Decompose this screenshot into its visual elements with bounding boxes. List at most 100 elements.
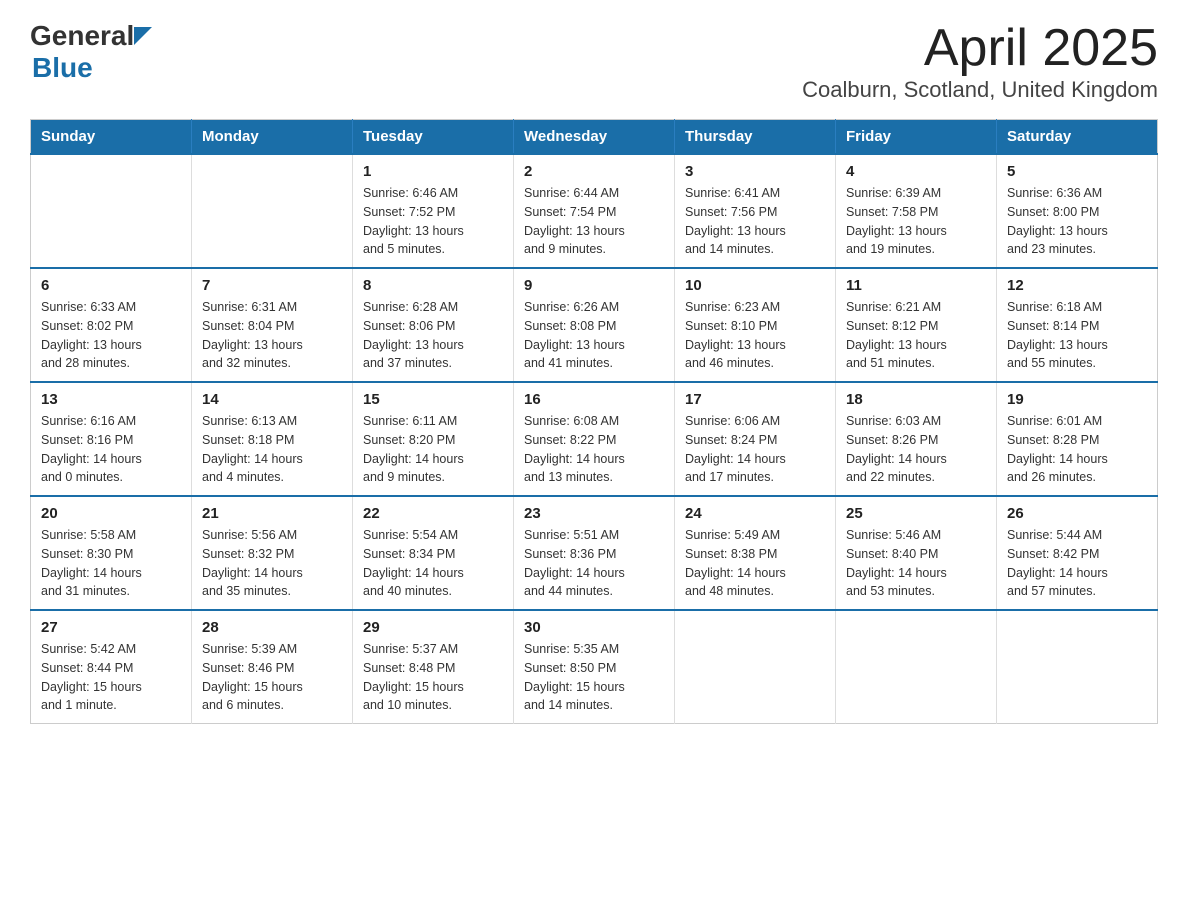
calendar-body: 1Sunrise: 6:46 AM Sunset: 7:52 PM Daylig… xyxy=(31,154,1158,724)
header-sunday: Sunday xyxy=(31,120,192,155)
calendar-cell: 5 Sunrise: 6:36 AM Sunset: 8:00 PM Daylig… xyxy=(997,154,1158,268)
day-number: 10 xyxy=(685,277,825,294)
calendar-cell xyxy=(31,154,192,268)
day-info: Sunrise: 6:36 AM Sunset: 8:00 PM Dayligh… xyxy=(1007,184,1147,259)
logo-blue-text: Blue xyxy=(32,52,152,84)
day-info: Sunrise: 6:06 AM Sunset: 8:24 PM Dayligh… xyxy=(685,412,825,487)
day-number: 1 xyxy=(363,163,503,180)
calendar-cell: 11 Sunrise: 6:21 AM Sunset: 8:12 PM Dayli… xyxy=(836,268,997,382)
day-number: 11 xyxy=(846,277,986,294)
day-number: 22 xyxy=(363,505,503,522)
day-number: 14 xyxy=(202,391,342,408)
day-number: 18 xyxy=(846,391,986,408)
calendar-cell: 22 Sunrise: 5:54 AM Sunset: 8:34 PM Dayli… xyxy=(353,496,514,610)
week-row-4: 20Sunrise: 5:58 AM Sunset: 8:30 PM Dayli… xyxy=(31,496,1158,610)
calendar-cell: 24 Sunrise: 5:49 AM Sunset: 8:38 PM Dayli… xyxy=(675,496,836,610)
day-info: Sunrise: 5:44 AM Sunset: 8:42 PM Dayligh… xyxy=(1007,526,1147,601)
day-info: Sunrise: 6:01 AM Sunset: 8:28 PM Dayligh… xyxy=(1007,412,1147,487)
week-row-2: 6Sunrise: 6:33 AM Sunset: 8:02 PM Daylig… xyxy=(31,268,1158,382)
day-number: 16 xyxy=(524,391,664,408)
week-row-3: 13 Sunrise: 6:16 AM Sunset: 8:16 PM Dayli… xyxy=(31,382,1158,496)
calendar-cell: 6Sunrise: 6:33 AM Sunset: 8:02 PM Daylig… xyxy=(31,268,192,382)
day-number: 17 xyxy=(685,391,825,408)
day-number: 26 xyxy=(1007,505,1147,522)
day-info: Sunrise: 6:18 AM Sunset: 8:14 PM Dayligh… xyxy=(1007,298,1147,373)
calendar-cell: 28 Sunrise: 5:39 AM Sunset: 8:46 PM Dayli… xyxy=(192,610,353,724)
location-subtitle: Coalburn, Scotland, United Kingdom xyxy=(802,77,1158,103)
logo-general-text: General xyxy=(30,20,134,52)
day-info: Sunrise: 6:44 AM Sunset: 7:54 PM Dayligh… xyxy=(524,184,664,259)
calendar-cell: 16 Sunrise: 6:08 AM Sunset: 8:22 PM Dayli… xyxy=(514,382,675,496)
calendar-cell: 23Sunrise: 5:51 AM Sunset: 8:36 PM Dayli… xyxy=(514,496,675,610)
calendar-cell xyxy=(836,610,997,724)
day-info: Sunrise: 6:08 AM Sunset: 8:22 PM Dayligh… xyxy=(524,412,664,487)
day-info: Sunrise: 6:26 AM Sunset: 8:08 PM Dayligh… xyxy=(524,298,664,373)
calendar-cell: 27 Sunrise: 5:42 AM Sunset: 8:44 PM Dayli… xyxy=(31,610,192,724)
day-number: 9 xyxy=(524,277,664,294)
day-info: Sunrise: 6:28 AM Sunset: 8:06 PM Dayligh… xyxy=(363,298,503,373)
header-saturday: Saturday xyxy=(997,120,1158,155)
calendar-cell: 4 Sunrise: 6:39 AM Sunset: 7:58 PM Daylig… xyxy=(836,154,997,268)
month-title: April 2025 xyxy=(802,20,1158,77)
logo-arrow-icon xyxy=(134,27,152,45)
header-monday: Monday xyxy=(192,120,353,155)
calendar-cell: 25Sunrise: 5:46 AM Sunset: 8:40 PM Dayli… xyxy=(836,496,997,610)
calendar-cell xyxy=(997,610,1158,724)
week-row-1: 1Sunrise: 6:46 AM Sunset: 7:52 PM Daylig… xyxy=(31,154,1158,268)
calendar-cell: 21Sunrise: 5:56 AM Sunset: 8:32 PM Dayli… xyxy=(192,496,353,610)
day-number: 29 xyxy=(363,619,503,636)
day-info: Sunrise: 5:58 AM Sunset: 8:30 PM Dayligh… xyxy=(41,526,181,601)
header-wednesday: Wednesday xyxy=(514,120,675,155)
day-info: Sunrise: 6:39 AM Sunset: 7:58 PM Dayligh… xyxy=(846,184,986,259)
page-header: General Blue April 2025 Coalburn, Scotla… xyxy=(30,20,1158,103)
day-info: Sunrise: 6:11 AM Sunset: 8:20 PM Dayligh… xyxy=(363,412,503,487)
day-info: Sunrise: 6:41 AM Sunset: 7:56 PM Dayligh… xyxy=(685,184,825,259)
calendar-cell: 20Sunrise: 5:58 AM Sunset: 8:30 PM Dayli… xyxy=(31,496,192,610)
day-number: 12 xyxy=(1007,277,1147,294)
title-area: April 2025 Coalburn, Scotland, United Ki… xyxy=(802,20,1158,103)
day-info: Sunrise: 5:46 AM Sunset: 8:40 PM Dayligh… xyxy=(846,526,986,601)
day-info: Sunrise: 5:42 AM Sunset: 8:44 PM Dayligh… xyxy=(41,640,181,715)
day-number: 21 xyxy=(202,505,342,522)
day-info: Sunrise: 6:33 AM Sunset: 8:02 PM Dayligh… xyxy=(41,298,181,373)
day-info: Sunrise: 5:54 AM Sunset: 8:34 PM Dayligh… xyxy=(363,526,503,601)
calendar-cell xyxy=(675,610,836,724)
day-number: 4 xyxy=(846,163,986,180)
day-number: 27 xyxy=(41,619,181,636)
day-info: Sunrise: 6:23 AM Sunset: 8:10 PM Dayligh… xyxy=(685,298,825,373)
day-info: Sunrise: 6:31 AM Sunset: 8:04 PM Dayligh… xyxy=(202,298,342,373)
day-info: Sunrise: 6:16 AM Sunset: 8:16 PM Dayligh… xyxy=(41,412,181,487)
day-info: Sunrise: 5:37 AM Sunset: 8:48 PM Dayligh… xyxy=(363,640,503,715)
calendar-cell: 9 Sunrise: 6:26 AM Sunset: 8:08 PM Daylig… xyxy=(514,268,675,382)
calendar-cell: 18 Sunrise: 6:03 AM Sunset: 8:26 PM Dayli… xyxy=(836,382,997,496)
day-number: 24 xyxy=(685,505,825,522)
day-number: 23 xyxy=(524,505,664,522)
day-info: Sunrise: 5:49 AM Sunset: 8:38 PM Dayligh… xyxy=(685,526,825,601)
calendar-header: SundayMondayTuesdayWednesdayThursdayFrid… xyxy=(31,120,1158,155)
day-number: 13 xyxy=(41,391,181,408)
header-row: SundayMondayTuesdayWednesdayThursdayFrid… xyxy=(31,120,1158,155)
calendar-cell: 10 Sunrise: 6:23 AM Sunset: 8:10 PM Dayli… xyxy=(675,268,836,382)
day-number: 28 xyxy=(202,619,342,636)
calendar-table: SundayMondayTuesdayWednesdayThursdayFrid… xyxy=(30,119,1158,724)
day-number: 19 xyxy=(1007,391,1147,408)
day-info: Sunrise: 6:03 AM Sunset: 8:26 PM Dayligh… xyxy=(846,412,986,487)
calendar-cell: 29 Sunrise: 5:37 AM Sunset: 8:48 PM Dayli… xyxy=(353,610,514,724)
calendar-cell: 8 Sunrise: 6:28 AM Sunset: 8:06 PM Daylig… xyxy=(353,268,514,382)
calendar-cell: 15 Sunrise: 6:11 AM Sunset: 8:20 PM Dayli… xyxy=(353,382,514,496)
day-number: 8 xyxy=(363,277,503,294)
day-number: 15 xyxy=(363,391,503,408)
header-tuesday: Tuesday xyxy=(353,120,514,155)
calendar-cell: 26 Sunrise: 5:44 AM Sunset: 8:42 PM Dayli… xyxy=(997,496,1158,610)
day-number: 5 xyxy=(1007,163,1147,180)
day-info: Sunrise: 5:39 AM Sunset: 8:46 PM Dayligh… xyxy=(202,640,342,715)
calendar-cell: 2Sunrise: 6:44 AM Sunset: 7:54 PM Daylig… xyxy=(514,154,675,268)
calendar-cell: 13 Sunrise: 6:16 AM Sunset: 8:16 PM Dayli… xyxy=(31,382,192,496)
logo: General Blue xyxy=(30,20,152,84)
calendar-cell xyxy=(192,154,353,268)
day-info: Sunrise: 6:21 AM Sunset: 8:12 PM Dayligh… xyxy=(846,298,986,373)
day-info: Sunrise: 5:35 AM Sunset: 8:50 PM Dayligh… xyxy=(524,640,664,715)
calendar-cell: 7Sunrise: 6:31 AM Sunset: 8:04 PM Daylig… xyxy=(192,268,353,382)
header-thursday: Thursday xyxy=(675,120,836,155)
header-friday: Friday xyxy=(836,120,997,155)
